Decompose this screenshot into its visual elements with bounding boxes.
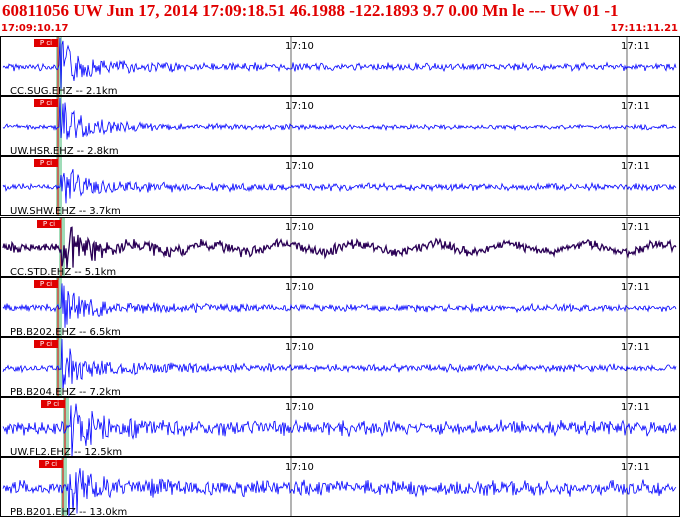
trace-panel: 17:10 17:11 P ci PB.B204.EHZ -- 7.2km bbox=[0, 337, 680, 397]
pick-tag: P ci bbox=[41, 400, 65, 409]
trace-panel: 17:10 17:11 P ci CC.STD.EHZ -- 5.1km bbox=[0, 216, 680, 277]
pick-tag: P ci bbox=[39, 460, 63, 469]
trace-panel: 17:10 17:11 P ci PB.B201.EHZ -- 13.0km bbox=[0, 457, 680, 518]
waveform-trace bbox=[2, 283, 677, 328]
end-time: 17:11:11.21 bbox=[610, 23, 678, 34]
time-mark-label: 17:11 bbox=[621, 221, 650, 233]
trace-panel: 17:10 17:11 P ci PB.B202.EHZ -- 6.5km bbox=[0, 276, 680, 337]
station-label: CC.SUG.EHZ -- 2.1km bbox=[10, 86, 118, 96]
time-mark-label: 17:11 bbox=[621, 342, 650, 353]
pick-tag: P ci bbox=[34, 159, 58, 168]
station-label: PB.B204.EHZ -- 7.2km bbox=[10, 387, 121, 397]
station-label: PB.B202.EHZ -- 6.5km bbox=[10, 326, 121, 337]
time-mark-label: 17:10 bbox=[285, 101, 314, 113]
pick-tag: P ci bbox=[34, 340, 58, 348]
pick-tag: P ci bbox=[34, 279, 58, 288]
trace-panel: 17:10 17:11 P ci UW.HSR.EHZ -- 2.8km bbox=[0, 96, 680, 157]
trace-panel: 17:10 17:11 P ci UW.SHW.EHZ -- 3.7km bbox=[0, 156, 680, 217]
waveform-trace bbox=[2, 338, 677, 393]
station-label: CC.STD.EHZ -- 5.1km bbox=[10, 266, 117, 277]
time-mark-label: 17:10 bbox=[285, 402, 314, 414]
time-mark-label: 17:10 bbox=[285, 342, 314, 353]
waveform-trace bbox=[2, 169, 677, 204]
station-label: UW.SHW.EHZ -- 3.7km bbox=[10, 206, 121, 217]
time-mark-label: 17:10 bbox=[285, 462, 314, 474]
trace-panel: 17:10 17:11 P ci CC.SUG.EHZ -- 2.1km bbox=[0, 36, 680, 96]
time-mark-label: 17:11 bbox=[621, 402, 650, 414]
pick-tag: P ci bbox=[34, 39, 58, 47]
start-time: 17:09:10.17 bbox=[1, 23, 69, 34]
time-mark-label: 17:11 bbox=[621, 281, 650, 293]
time-mark-label: 17:11 bbox=[621, 161, 650, 173]
pick-tag: P ci bbox=[34, 99, 58, 108]
time-mark-label: 17:10 bbox=[285, 281, 314, 293]
time-mark-label: 17:11 bbox=[621, 101, 650, 113]
time-mark-label: 17:10 bbox=[285, 41, 314, 52]
time-mark-label: 17:11 bbox=[621, 41, 650, 52]
time-mark-label: 17:11 bbox=[621, 462, 650, 474]
pick-tag: P ci bbox=[37, 219, 61, 228]
station-label: PB.B201.EHZ -- 13.0km bbox=[10, 507, 128, 518]
event-title: 60811056 UW Jun 17, 2014 17:09:18.51 46.… bbox=[2, 1, 619, 20]
station-label: UW.HSR.EHZ -- 2.8km bbox=[10, 146, 119, 157]
time-mark-label: 17:10 bbox=[285, 161, 314, 173]
time-mark-label: 17:10 bbox=[285, 221, 314, 233]
waveform-trace bbox=[2, 225, 677, 268]
seismogram-panels: 17:10 17:11 P ci CC.SUG.EHZ -- 2.1km 17:10 17… bbox=[0, 36, 681, 518]
trace-panel: 17:10 17:11 P ci UW.FL2.EHZ -- 12.5km bbox=[0, 397, 680, 458]
station-label: UW.FL2.EHZ -- 12.5km bbox=[10, 447, 123, 458]
waveform-trace bbox=[2, 98, 677, 140]
header: 60811056 UW Jun 17, 2014 17:09:18.51 46.… bbox=[0, 0, 681, 22]
waveform-trace bbox=[2, 37, 677, 89]
